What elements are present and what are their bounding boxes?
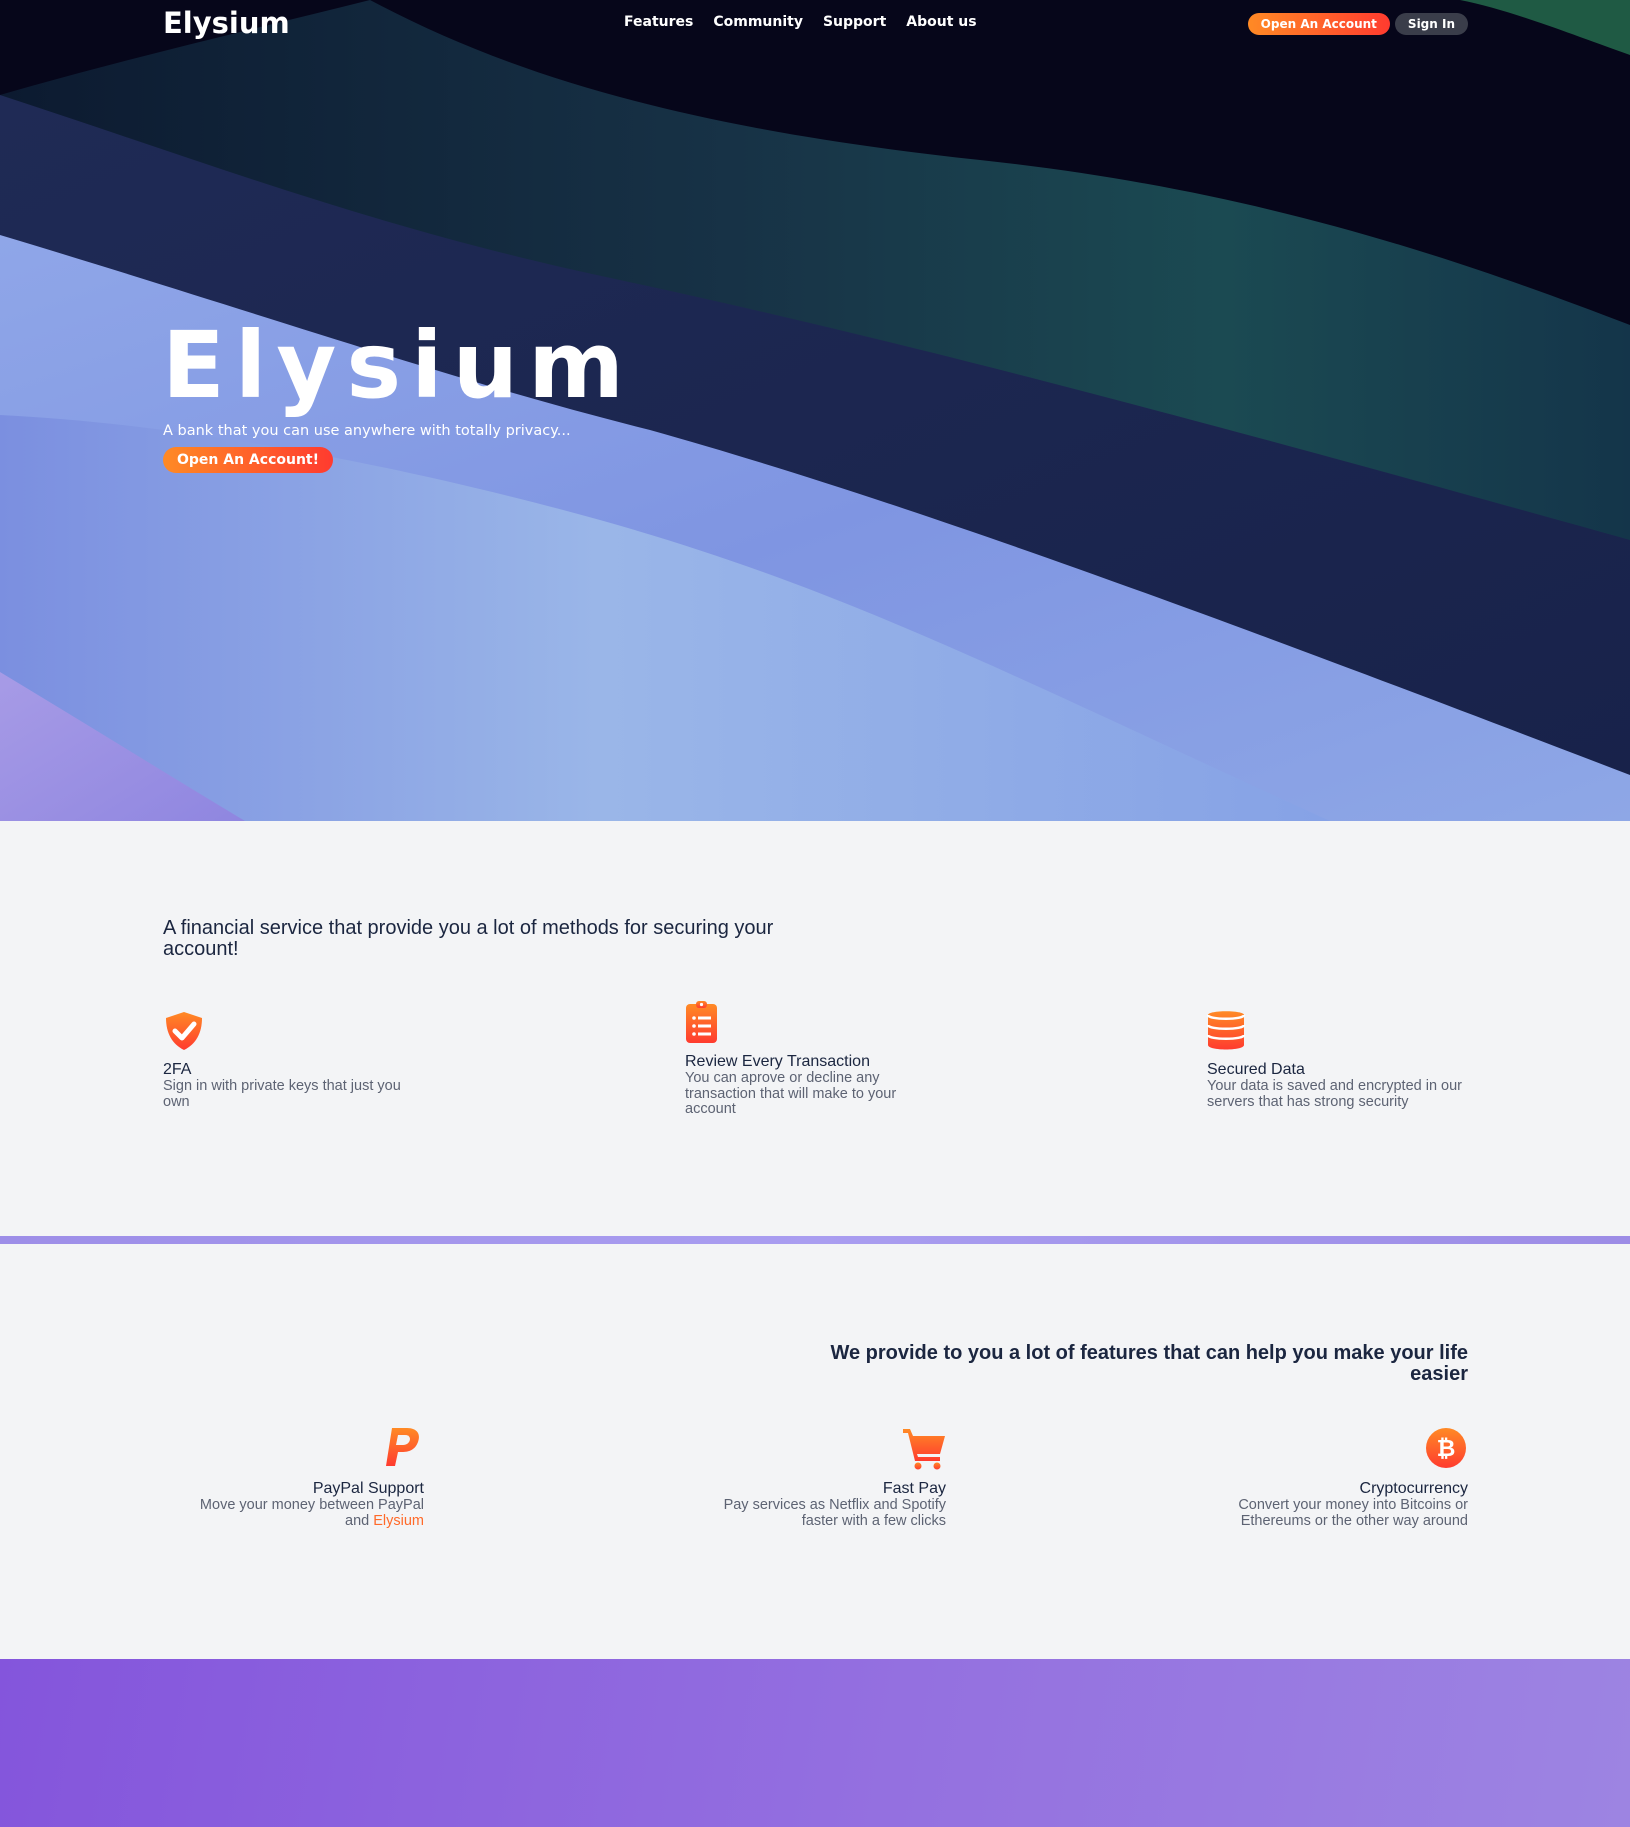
feature-title: Review Every Transaction — [685, 1053, 870, 1070]
feature-cryptocurrency: ₿ Cryptocurrency Convert your money into… — [1168, 1426, 1468, 1529]
feature-fast-pay: Fast Pay Pay services as Netflix and Spo… — [646, 1426, 946, 1529]
feature-paypal-support: PayPal Support Move your money between P… — [124, 1426, 424, 1529]
feature-title: Secured Data — [1207, 1061, 1305, 1078]
feature-description-accent: Elysium — [373, 1512, 424, 1529]
nav-link-about[interactable]: About us — [906, 14, 976, 30]
feature-description: Move your money between PayPal and Elysi… — [174, 1497, 424, 1529]
security-heading: A financial service that provide you a l… — [163, 917, 774, 960]
features-heading: We provide to you a lot of features that… — [830, 1342, 1468, 1385]
footer-band — [0, 1659, 1630, 1827]
hero-open-account-button[interactable]: Open An Account! — [163, 447, 333, 473]
sign-in-button[interactable]: Sign In — [1394, 13, 1468, 35]
section-divider — [0, 1236, 1630, 1244]
svg-text:₿: ₿ — [1437, 1436, 1456, 1462]
top-navbar: Elysium Features Community Support About… — [0, 0, 1630, 48]
feature-description: Your data is saved and encrypted in our … — [1207, 1078, 1462, 1110]
feature-description: Convert your money into Bitcoins or Ethe… — [1238, 1497, 1468, 1529]
database-icon — [1207, 1011, 1246, 1050]
hero-subtitle: A bank that you can use anywhere with to… — [163, 423, 571, 439]
brand-logo[interactable]: Elysium — [163, 6, 290, 40]
nav-link-support[interactable]: Support — [823, 14, 886, 30]
paypal-icon — [386, 1428, 419, 1466]
hero-title: Elysium — [162, 312, 635, 419]
feature-title: Fast Pay — [882, 1480, 946, 1497]
bitcoin-icon: ₿ — [1426, 1428, 1466, 1468]
clipboard-list-icon — [686, 1001, 717, 1043]
feature-title: PayPal Support — [312, 1480, 424, 1497]
hero-section: Elysium Features Community Support About… — [0, 0, 1630, 821]
shopping-cart-icon — [903, 1429, 945, 1470]
feature-secured-data: Secured Data Your data is saved and encr… — [1207, 1009, 1477, 1110]
nav-links: Features Community Support About us — [624, 14, 977, 30]
features-section: We provide to you a lot of features that… — [0, 1244, 1630, 1659]
feature-description: You can aprove or decline any transactio… — [685, 1070, 897, 1117]
feature-review-transaction: Review Every Transaction You can aprove … — [685, 1001, 955, 1118]
open-account-button[interactable]: Open An Account — [1247, 13, 1390, 35]
feature-description: Pay services as Netflix and Spotify fast… — [723, 1497, 946, 1529]
nav-link-community[interactable]: Community — [713, 14, 803, 30]
security-section: A financial service that provide you a l… — [0, 821, 1630, 1236]
nav-link-features[interactable]: Features — [624, 14, 693, 30]
feature-description: Sign in with private keys that just you … — [163, 1078, 401, 1110]
nav-actions: Open An Account Sign In — [1247, 13, 1468, 35]
feature-2fa: 2FA Sign in with private keys that just … — [163, 1009, 433, 1110]
feature-title: 2FA — [163, 1061, 192, 1078]
feature-title: Cryptocurrency — [1359, 1480, 1468, 1497]
shield-check-icon — [166, 1012, 202, 1050]
